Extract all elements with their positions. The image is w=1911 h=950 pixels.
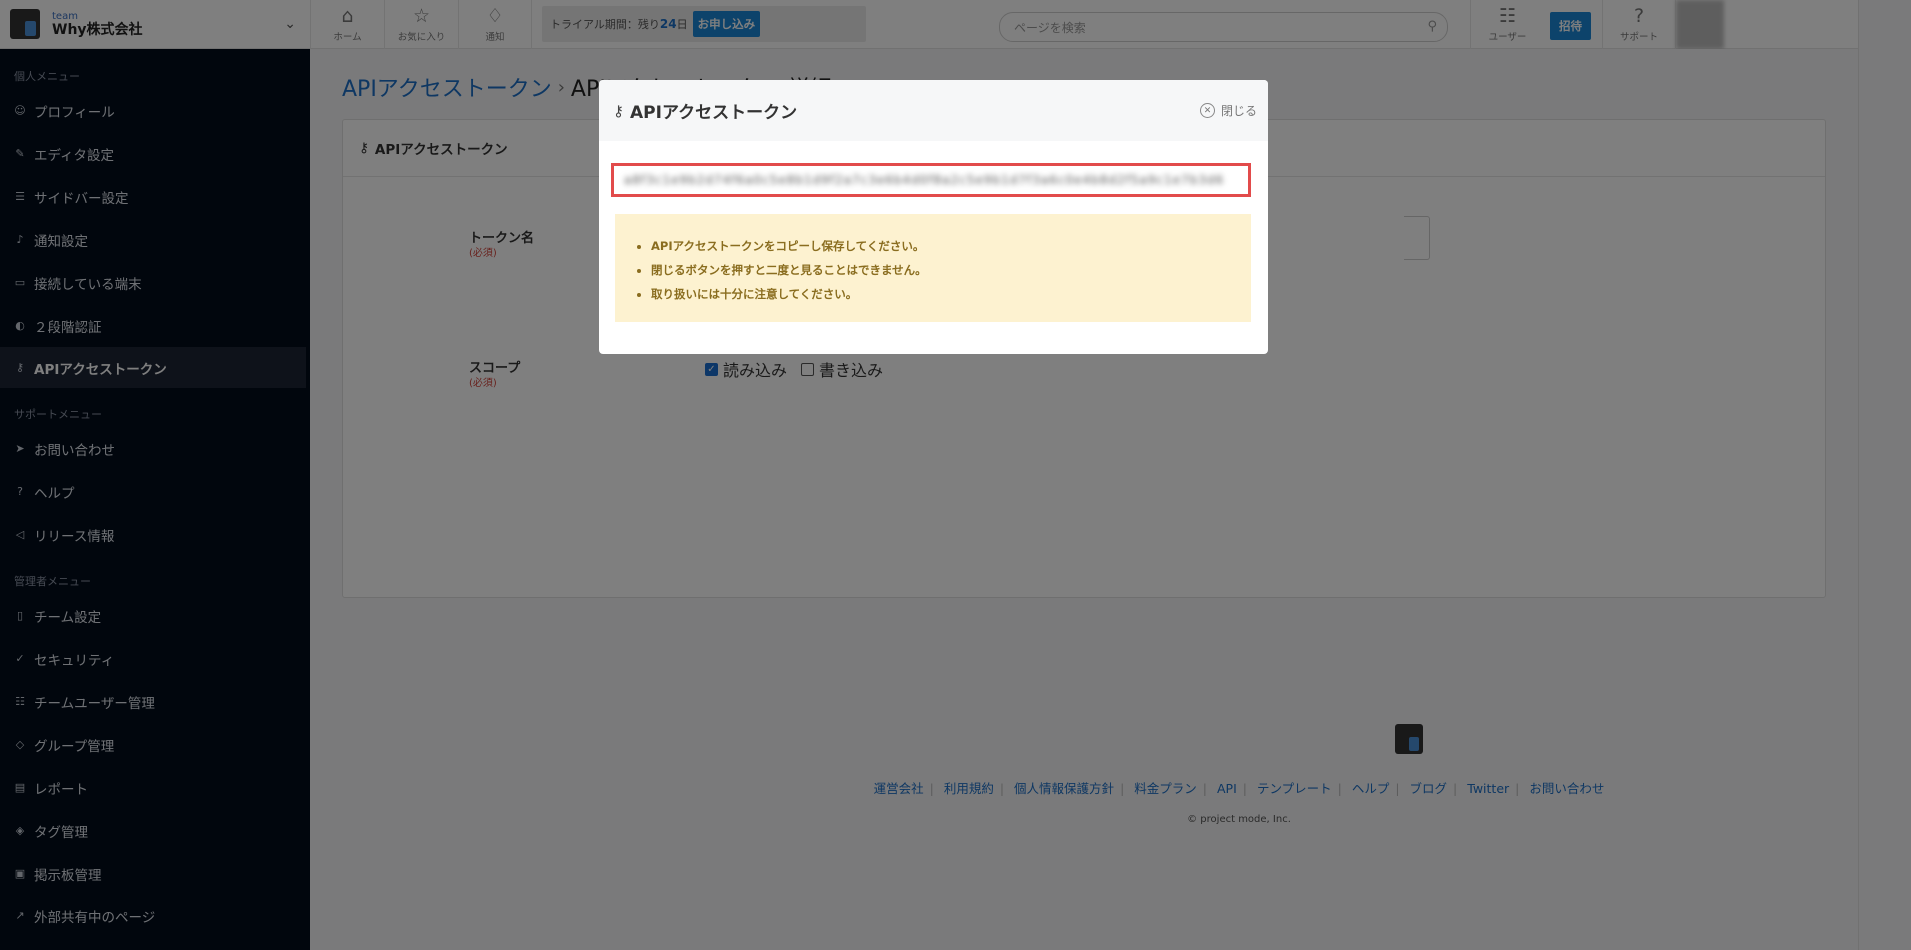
token-field[interactable]: a8f3c1e9b2d74f6a0c5e8b1d9f2a7c3e6b4d0f8a…	[611, 163, 1251, 197]
key-icon: ⚷	[613, 101, 624, 120]
token-value: a8f3c1e9b2d74f6a0c5e8b1d9f2a7c3e6b4d0f8a…	[624, 173, 1225, 187]
api-token-modal: ⚷ APIアクセストークン ✕ 閉じる a8f3c1e9b2d74f6a0c5e…	[599, 80, 1268, 354]
close-icon: ✕	[1199, 103, 1215, 118]
notice-item: 閉じるボタンを押すと二度と見ることはできません。	[651, 258, 1251, 282]
close-button[interactable]: ✕ 閉じる	[1199, 102, 1257, 119]
modal-title: APIアクセストークン	[630, 103, 798, 123]
warning-notice: APIアクセストークンをコピーし保存してください。 閉じるボタンを押すと二度と見…	[615, 214, 1251, 322]
notice-item: APIアクセストークンをコピーし保存してください。	[651, 234, 1251, 258]
notice-item: 取り扱いには十分に注意してください。	[651, 282, 1251, 306]
